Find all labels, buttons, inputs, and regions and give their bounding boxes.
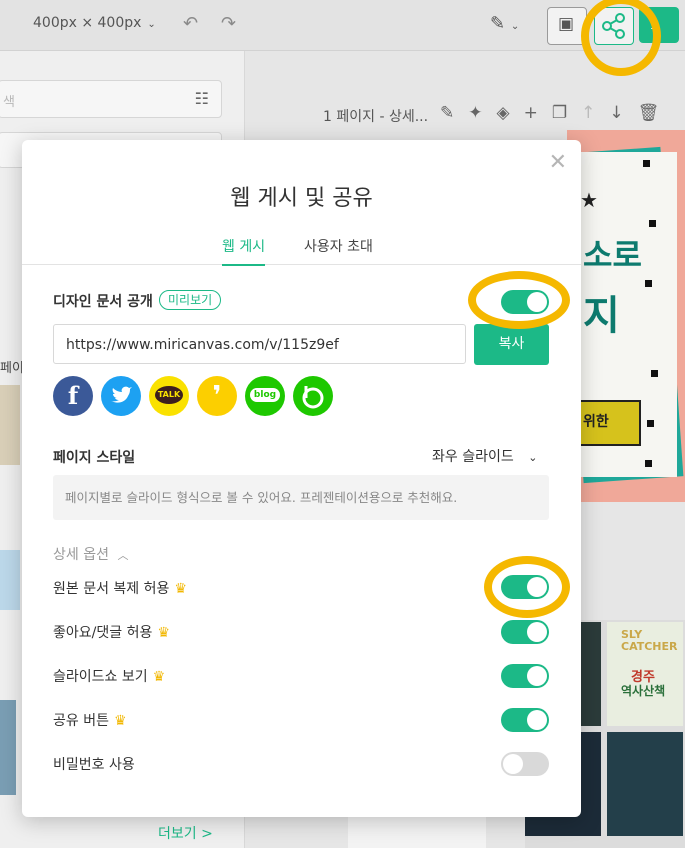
option-text: 좋아요/댓글 허용 (53, 625, 153, 641)
page-style-description: 페이지별로 슬라이드 형식으로 볼 수 있어요. 프레젠테이션용으로 추천해요. (53, 475, 549, 520)
trash-icon[interactable]: 🗑 (638, 103, 660, 123)
band-icon[interactable] (293, 376, 333, 416)
tab-invite-users[interactable]: 사용자 초대 (304, 236, 373, 264)
option-toggle-slideshow[interactable] (501, 664, 549, 688)
kakaostory-icon[interactable]: ❜ (197, 376, 237, 416)
undo-icon[interactable]: ↶ (183, 13, 198, 34)
thumb-title: 역사산책 (621, 684, 666, 698)
template-thumb[interactable] (0, 550, 20, 610)
option-text: 슬라이드쇼 보기 (53, 669, 148, 685)
art-banner-text: 위한 (583, 414, 609, 430)
canvas-size-dropdown[interactable]: 400px × 400px ⌄ (33, 15, 156, 31)
more-link[interactable]: 더보기 > (158, 823, 213, 843)
share-modal: ✕ 웹 게시 및 공유 웹 게시 사용자 초대 디자인 문서 공개 미리보기 h… (22, 140, 581, 817)
naver-blog-icon[interactable]: blog (245, 376, 285, 416)
modal-tabs: 웹 게시 사용자 초대 (22, 236, 581, 266)
chevron-down-icon: ⌄ (528, 451, 538, 464)
option-label: 좋아요/댓글 허용 ♛ (53, 622, 170, 642)
pen-icon[interactable]: ✎ ⌄ (490, 13, 519, 34)
option-toggle-likes[interactable] (501, 620, 549, 644)
thumb-title: CATCHER (621, 640, 678, 653)
publish-label: 디자인 문서 공개 (53, 294, 153, 310)
search-placeholder: 색 (3, 95, 15, 110)
template-thumb[interactable] (0, 700, 16, 795)
template-search-input[interactable]: 색 ☷ (0, 80, 222, 118)
add-page-icon[interactable]: + (524, 103, 538, 123)
preview-badge[interactable]: 미리보기 (159, 290, 222, 310)
highlight-ring (484, 556, 570, 618)
template-thumb[interactable]: SLY CATCHER 경주 역사산책 (607, 622, 683, 726)
save-icon: ▣ (558, 14, 575, 34)
details-label: 상세 옵션 (53, 547, 109, 563)
context-menu (348, 815, 486, 848)
template-thumb[interactable] (0, 385, 20, 465)
facebook-icon[interactable]: f (53, 376, 93, 416)
left-panel-text: 페이 (0, 361, 24, 376)
highlight-ring (468, 271, 570, 329)
redo-icon[interactable]: ↷ (221, 13, 236, 34)
option-text: 비밀번호 사용 (53, 757, 135, 773)
option-label: 비밀번호 사용 (53, 754, 135, 774)
art-text: 소로 (583, 236, 642, 274)
option-text: 원본 문서 복제 허용 (53, 581, 170, 597)
kakaotalk-icon[interactable]: TALK (149, 376, 189, 416)
page-toolbar: ✎ ✦ ◈ + ❐ ↑ ↓ 🗑 (440, 103, 673, 123)
canvas-size-label: 400px × 400px (33, 15, 142, 31)
publish-url-field[interactable]: https://www.miricanvas.com/v/115z9ef (53, 324, 466, 364)
option-toggle-share-buttons[interactable] (501, 708, 549, 732)
page-style-value: 좌우 슬라이드 (432, 449, 514, 465)
magic-icon[interactable]: ✦ (468, 103, 482, 123)
twitter-icon[interactable] (101, 376, 141, 416)
option-label: 공유 버튼 ♛ (53, 710, 127, 730)
page-style-dropdown[interactable]: 좌우 슬라이드 ⌄ (432, 446, 537, 466)
move-down-icon[interactable]: ↓ (609, 103, 623, 123)
chevron-down-icon: ⌄ (147, 19, 156, 30)
modal-title: 웹 게시 및 공유 (230, 186, 373, 211)
copy-button[interactable]: 복사 (474, 324, 549, 365)
crown-icon: ♛ (152, 669, 166, 685)
crown-icon: ♛ (113, 713, 127, 729)
tab-web-publish[interactable]: 웹 게시 (222, 236, 266, 266)
paint-icon[interactable]: ◈ (497, 103, 510, 123)
option-text: 공유 버튼 (53, 713, 109, 729)
option-label: 슬라이드쇼 보기 ♛ (53, 666, 165, 686)
duplicate-icon[interactable]: ❐ (552, 103, 567, 123)
art-text: 지 (583, 293, 620, 339)
page-title: 1 페이지 - 상세... (323, 109, 429, 125)
star-icon: ★ (580, 188, 598, 212)
crown-icon: ♛ (174, 581, 187, 597)
details-toggle[interactable]: 상세 옵션 ︿ (53, 544, 128, 564)
close-icon[interactable]: ✕ (549, 150, 567, 175)
template-thumb[interactable] (607, 732, 683, 836)
move-up-icon[interactable]: ↑ (581, 103, 595, 123)
chevron-up-icon: ︿ (117, 549, 129, 562)
page-style-label: 페이지 스타일 (53, 450, 136, 466)
filter-icon[interactable]: ☷ (195, 89, 209, 108)
option-toggle-password[interactable] (501, 752, 549, 776)
note-icon[interactable]: ✎ (440, 103, 454, 123)
crown-icon: ♛ (157, 625, 170, 641)
option-label: 원본 문서 복제 허용 ♛ (53, 578, 187, 598)
